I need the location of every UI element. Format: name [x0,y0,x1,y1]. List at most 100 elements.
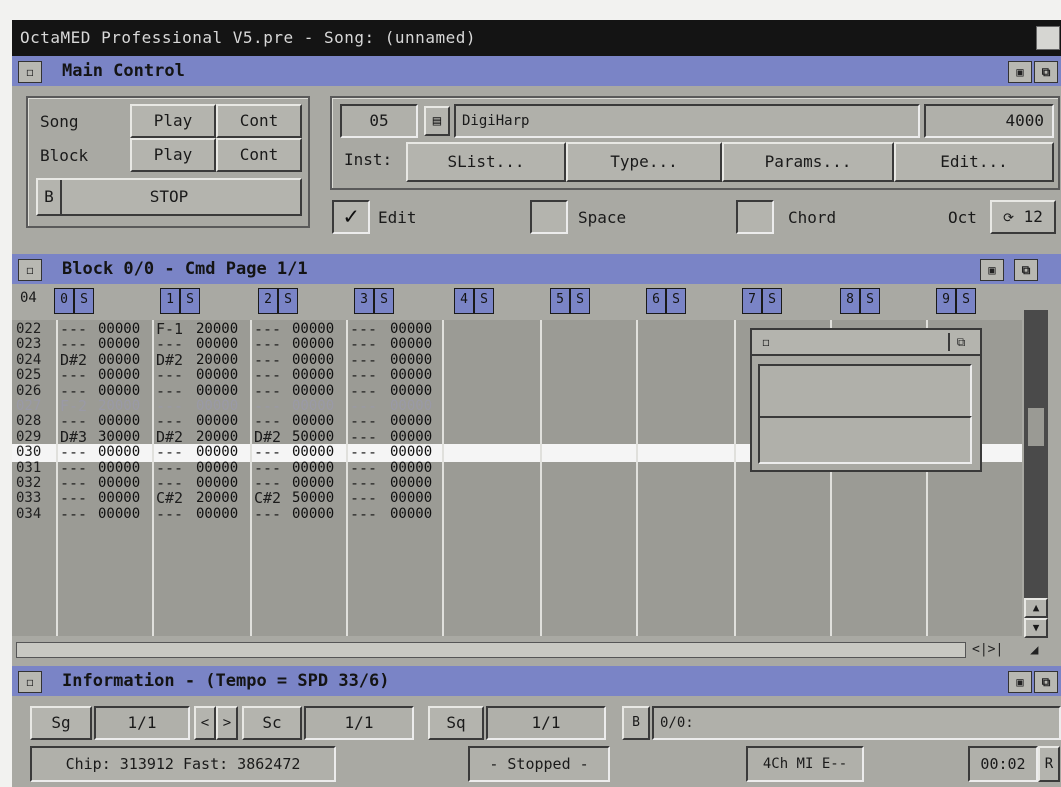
track-number[interactable]: 0 [54,288,74,314]
horizontal-scroll-arrows[interactable]: <|>| [972,640,1028,660]
depth-gadget-icon[interactable]: ⧉ [1034,61,1058,83]
pattern-cell[interactable]: 50000 [292,490,344,506]
solo-button[interactable]: S [278,288,298,314]
pattern-cell[interactable]: 00000 [292,475,344,491]
pattern-cell[interactable]: 00000 [196,413,248,429]
pattern-cell[interactable]: 00000 [98,506,150,522]
close-gadget-icon[interactable]: ◻ [18,259,42,281]
pattern-cell[interactable]: 00000 [292,321,344,337]
track-2-notes[interactable]: --- --- --- --- --- --- --- D#2 --- --- --- C#2 --- [254,320,290,636]
pattern-cell[interactable]: 00000 [98,475,150,491]
pattern-cell[interactable]: 00000 [98,444,150,460]
floating-field-1[interactable] [758,364,972,418]
pattern-cell[interactable]: --- [350,506,386,522]
sequence-button[interactable]: Sq [428,706,484,740]
close-gadget-icon[interactable]: ◻ [18,671,42,693]
chord-checkbox[interactable] [736,200,774,234]
params-button[interactable]: Params... [722,142,894,182]
solo-button[interactable]: S [860,288,880,314]
pattern-cell[interactable]: 00000 [196,506,248,522]
pattern-cell[interactable]: 20000 [196,321,248,337]
pattern-cell[interactable]: 00000 [390,383,442,399]
pattern-cell[interactable]: --- [60,506,96,522]
resize-gadget-icon[interactable]: ◢ [1030,640,1050,660]
track-3-commands[interactable]: 00000 00000 00000 00000 00000 00000 00000 00000… [390,320,442,636]
pattern-cell[interactable]: 00000 [196,444,248,460]
pattern-cell[interactable]: 00000 [390,398,442,414]
space-checkbox[interactable] [530,200,568,234]
slist-button[interactable]: SList... [406,142,566,182]
pattern-cell[interactable]: 00000 [98,383,150,399]
solo-button[interactable]: S [474,288,494,314]
pattern-cell[interactable]: 00000 [292,444,344,460]
pattern-cell[interactable]: 20000 [196,490,248,506]
pattern-cell[interactable]: 50000 [292,429,344,445]
pattern-cell[interactable]: 00000 [98,490,150,506]
pattern-cell[interactable]: 00000 [196,383,248,399]
pattern-cell[interactable]: 00000 [196,398,248,414]
pattern-cell[interactable]: 00000 [98,413,150,429]
track-number[interactable]: 8 [840,288,860,314]
scroll-up-icon[interactable]: ▲ [1024,598,1048,618]
pattern-cell[interactable]: 00000 [292,383,344,399]
block-name-gadget[interactable]: B [622,706,650,740]
pattern-cell[interactable]: 00000 [390,490,442,506]
pattern-cell[interactable]: 00000 [292,506,344,522]
pattern-cell[interactable]: 00000 [98,367,150,383]
solo-button[interactable]: S [570,288,590,314]
track-0-notes[interactable]: --- --- D#2 --- --- F-2 --- D#3 --- --- --- --- --- [60,320,96,636]
pattern-cell[interactable]: 00000 [196,336,248,352]
song-pos-button[interactable]: Sg [30,706,92,740]
instrument-select-icon[interactable]: ▤ [424,106,450,136]
track-3-notes[interactable]: --- --- --- --- --- --- --- --- --- --- --- --- --- [350,320,386,636]
instrument-name-field[interactable]: DigiHarp [454,104,920,138]
pattern-cell[interactable]: 00000 [292,336,344,352]
main-control-titlebar[interactable]: ◻ Main Control ▣ ⧉ [12,56,1061,86]
pattern-cell[interactable]: 20000 [196,429,248,445]
solo-button[interactable]: S [374,288,394,314]
depth-gadget-icon[interactable]: ⧉ [948,333,972,351]
track-number[interactable]: 3 [354,288,374,314]
song-play-button[interactable]: Play [130,104,216,138]
track-number[interactable]: 7 [742,288,762,314]
depth-gadget-icon[interactable]: ⧉ [1014,259,1038,281]
track-1-notes[interactable]: F-1 --- D#2 --- --- --- --- D#2 --- --- --- C#2 --- [156,320,192,636]
pattern-cell[interactable]: 00000 [390,321,442,337]
pattern-cell[interactable]: --- [156,506,192,522]
track-number[interactable]: 9 [936,288,956,314]
section-button[interactable]: Sc [242,706,302,740]
zoom-gadget-icon[interactable]: ▣ [980,259,1004,281]
vertical-scrollbar[interactable] [1024,310,1048,598]
pattern-cell[interactable]: 00000 [390,367,442,383]
solo-button[interactable]: S [74,288,94,314]
close-gadget-icon[interactable]: ◻ [756,333,776,351]
octave-cycle-button[interactable]: ⟳ 12 [990,200,1056,234]
track-1-commands[interactable]: 20000 00000 20000 00000 00000 00000 00000 20000… [196,320,248,636]
track-0-commands[interactable]: 00000 00000 00000 00000 00000 20000 00000 30000… [98,320,150,636]
instrument-number-field[interactable]: 05 [340,104,418,138]
horizontal-scrollbar[interactable] [16,642,966,658]
floating-field-2[interactable] [758,416,972,464]
pattern-cell[interactable]: 00000 [98,460,150,476]
pattern-cell[interactable]: 00000 [196,460,248,476]
instrument-length-field[interactable]: 4000 [924,104,1054,138]
pattern-cell[interactable]: 30000 [98,429,150,445]
scroll-thumb[interactable] [1028,408,1044,446]
pattern-cell[interactable]: 00000 [196,475,248,491]
track-2-commands[interactable]: 00000 00000 00000 00000 00000 00000 00000 50000… [292,320,344,636]
edit-instrument-button[interactable]: Edit... [894,142,1054,182]
reset-time-button[interactable]: R [1038,746,1060,782]
information-titlebar[interactable]: ◻ Information - (Tempo = SPD 33/6) ▣ ⧉ [12,666,1061,696]
scroll-down-icon[interactable]: ▼ [1024,618,1048,638]
track-number[interactable]: 6 [646,288,666,314]
pattern-cell[interactable]: 00000 [98,321,150,337]
pattern-cell[interactable]: 00000 [292,367,344,383]
solo-button[interactable]: S [762,288,782,314]
pattern-cell[interactable]: 00000 [292,413,344,429]
pattern-cell[interactable]: 00000 [390,429,442,445]
prev-arrow-button[interactable]: < [194,706,216,740]
block-name-field[interactable]: 0/0: [652,706,1061,740]
edit-checkbox[interactable]: ✓ [332,200,370,234]
next-arrow-button[interactable]: > [216,706,238,740]
pattern-cell[interactable]: 20000 [196,352,248,368]
